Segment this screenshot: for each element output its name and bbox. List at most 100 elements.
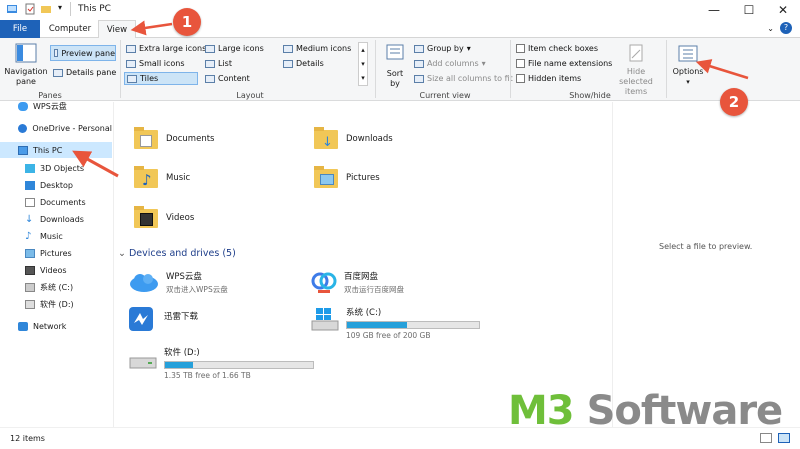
tab-view[interactable]: View: [98, 20, 136, 39]
group-by-label: Group by: [427, 44, 464, 53]
group-by-button[interactable]: Group by ▾: [414, 44, 471, 53]
drive-c-usage-bar: [346, 321, 480, 329]
quick-access-dropdown-icon[interactable]: ▾: [58, 3, 62, 12]
layout-list[interactable]: List: [205, 59, 232, 68]
nav-item-label: Music: [40, 231, 63, 241]
layout-medium-icons[interactable]: Medium icons: [283, 44, 351, 53]
nav-item-network[interactable]: Network: [0, 318, 112, 334]
drive-baidu[interactable]: 百度网盘 双击运行百度网盘: [310, 270, 404, 296]
size-all-columns-button[interactable]: Size all columns to fit: [414, 74, 513, 83]
details-pane-button[interactable]: Details pane: [53, 68, 116, 77]
close-button[interactable]: ✕: [766, 0, 800, 20]
preview-pane-icon: [54, 49, 59, 57]
nav-item-this-pc[interactable]: This PC: [0, 142, 112, 158]
ribbon-divider: [375, 40, 376, 98]
nav-item-label: 软件 (D:): [40, 299, 74, 309]
layout-details[interactable]: Details: [283, 59, 324, 68]
nav-item-music[interactable]: ♪ Music: [0, 228, 112, 244]
nav-item-desktop[interactable]: Desktop: [0, 177, 112, 193]
small-icons-icon: [126, 59, 136, 68]
hide-selected-items-button[interactable]: Hide selected items: [608, 44, 664, 97]
nav-item-3d-objects[interactable]: 3D Objects: [0, 160, 112, 176]
music-note-icon: ♪: [25, 230, 32, 242]
nav-item-onedrive[interactable]: OneDrive - Personal: [0, 120, 112, 136]
nav-item-drive-c[interactable]: 系统 (C:): [0, 279, 112, 295]
layout-scroll[interactable]: ▴ ▾ ▾: [358, 42, 368, 86]
properties-icon[interactable]: [24, 3, 36, 15]
layout-small-icons[interactable]: Small icons: [126, 59, 185, 68]
item-check-boxes-toggle[interactable]: Item check boxes: [516, 44, 598, 53]
ribbon-divider: [510, 40, 511, 98]
new-folder-icon[interactable]: [40, 3, 52, 15]
layout-extra-large-icons[interactable]: Extra large icons: [126, 44, 206, 53]
preview-placeholder: Select a file to preview.: [659, 242, 753, 251]
size-all-columns-label: Size all columns to fit: [427, 74, 513, 83]
devices-section-header[interactable]: ⌄ Devices and drives (5): [118, 248, 236, 259]
folder-downloads[interactable]: ↓ Downloads: [314, 127, 393, 151]
scroll-down-icon[interactable]: ▾: [361, 60, 365, 68]
drive-wps[interactable]: WPS云盘 双击进入WPS云盘: [128, 270, 228, 295]
folder-videos[interactable]: Videos: [134, 206, 194, 230]
nav-item-videos[interactable]: Videos: [0, 262, 112, 278]
details-view-icon[interactable]: [760, 433, 772, 443]
checkbox-icon: [516, 59, 525, 68]
options-button[interactable]: Options ▾: [670, 44, 706, 87]
drive-xunlei[interactable]: 迅雷下载: [128, 306, 198, 332]
ribbon-collapse-icon[interactable]: ⌄: [767, 24, 774, 33]
folder-name: Downloads: [346, 134, 393, 144]
extra-large-icons-label: Extra large icons: [139, 44, 207, 53]
folder-name: Pictures: [346, 173, 380, 183]
folder-documents[interactable]: Documents: [134, 127, 214, 151]
nav-item-label: Desktop: [40, 180, 73, 190]
preview-pane-button[interactable]: Preview pane: [50, 45, 116, 61]
nav-item-label: Videos: [40, 265, 67, 275]
folder-pictures[interactable]: Pictures: [314, 166, 380, 190]
minimize-button[interactable]: —: [697, 0, 731, 20]
tab-computer[interactable]: Computer: [44, 20, 96, 38]
hidden-items-toggle[interactable]: Hidden items: [516, 74, 581, 83]
drive-icon: [25, 299, 35, 309]
nav-item-wps[interactable]: WPS云盘: [0, 98, 112, 114]
content-label: Content: [218, 74, 250, 83]
drive-name: WPS云盘: [166, 272, 202, 282]
folder-music[interactable]: ♪ Music: [134, 166, 190, 190]
tiles-label: Tiles: [140, 74, 159, 83]
help-icon[interactable]: ?: [780, 22, 792, 34]
large-icons-view-icon[interactable]: [778, 433, 790, 443]
nav-item-downloads[interactable]: ↓ Downloads: [0, 211, 112, 227]
options-icon: [678, 45, 698, 62]
tab-file[interactable]: File: [0, 20, 40, 38]
hide-selected-items-label: Hide selected items: [619, 67, 653, 96]
document-icon: [25, 197, 35, 207]
layout-tiles[interactable]: Tiles: [124, 72, 198, 85]
content-pane: Documents ↓ Downloads ♪ Music Pictures Vid…: [114, 102, 612, 427]
navigation-pane-button[interactable]: Navigation pane: [4, 42, 48, 87]
layout-large-icons[interactable]: Large icons: [205, 44, 264, 53]
drive-icon: [25, 282, 35, 292]
scroll-up-icon[interactable]: ▴: [361, 46, 365, 54]
file-name-extensions-toggle[interactable]: File name extensions: [516, 59, 612, 68]
more-icon[interactable]: ▾: [361, 74, 365, 82]
nav-item-label: Network: [33, 321, 67, 331]
ribbon-view: Navigation pane Preview pane Details pan…: [0, 38, 800, 101]
maximize-button[interactable]: ☐: [732, 0, 766, 20]
callout-badge-1: 1: [173, 8, 201, 36]
sort-by-button[interactable]: Sort by: [380, 42, 410, 89]
nav-item-pictures[interactable]: Pictures: [0, 245, 112, 261]
nav-item-documents[interactable]: Documents: [0, 194, 112, 210]
drive-d[interactable]: 软件 (D:) 1.35 TB free of 1.66 TB: [128, 346, 314, 380]
layout-content[interactable]: Content: [205, 74, 250, 83]
preview-pane: [612, 102, 800, 427]
music-folder-icon: ♪: [134, 166, 158, 190]
drive-c[interactable]: 系统 (C:) 109 GB free of 200 GB: [310, 306, 480, 340]
drive-subtitle: 1.35 TB free of 1.66 TB: [164, 371, 251, 380]
large-icons-label: Large icons: [218, 44, 264, 53]
details-label: Details: [296, 59, 324, 68]
folder-name: Music: [166, 173, 191, 183]
dropdown-arrow-icon: ▾: [686, 78, 690, 86]
nav-item-drive-d[interactable]: 软件 (D:): [0, 296, 112, 312]
nav-item-label: Pictures: [40, 248, 72, 258]
medium-icons-label: Medium icons: [296, 44, 352, 53]
desktop-icon: [25, 180, 35, 190]
add-columns-button[interactable]: Add columns ▾: [414, 59, 486, 68]
